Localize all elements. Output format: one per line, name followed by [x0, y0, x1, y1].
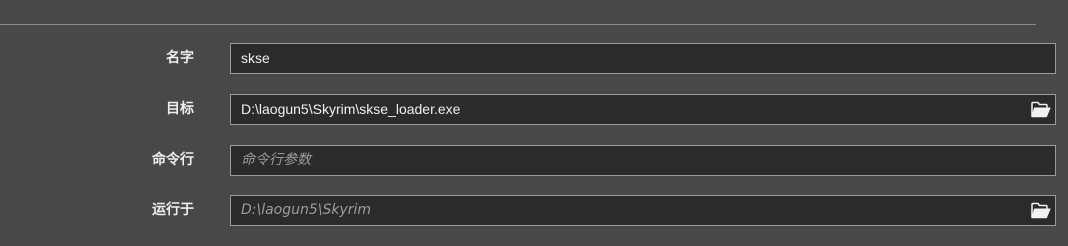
- start-in-label: 运行于: [152, 202, 194, 218]
- arguments-input-placeholder: 命令行参数: [241, 152, 311, 168]
- target-browse-button[interactable]: [1031, 101, 1051, 118]
- name-row: 名字 skse: [0, 43, 1068, 74]
- start-in-row: 运行于 D:\laogun5\Skyrim: [0, 195, 1068, 226]
- target-input-value: D:\laogun5\Skyrim\skse_loader.exe: [241, 101, 461, 117]
- name-label: 名字: [166, 50, 194, 66]
- folder-open-icon: [1031, 101, 1051, 118]
- target-label: 目标: [166, 101, 194, 117]
- folder-open-icon: [1031, 202, 1051, 219]
- name-input-value: skse: [241, 50, 270, 66]
- start-in-browse-button[interactable]: [1031, 202, 1051, 219]
- target-input[interactable]: D:\laogun5\Skyrim\skse_loader.exe: [230, 94, 1056, 125]
- start-in-input-placeholder: D:\laogun5\Skyrim: [241, 202, 372, 218]
- section-divider: [0, 24, 1036, 25]
- arguments-label: 命令行: [152, 152, 194, 168]
- name-input[interactable]: skse: [230, 43, 1056, 74]
- target-row: 目标 D:\laogun5\Skyrim\skse_loader.exe: [0, 94, 1068, 125]
- arguments-input[interactable]: 命令行参数: [230, 145, 1056, 176]
- arguments-row: 命令行 命令行参数: [0, 145, 1068, 176]
- start-in-input[interactable]: D:\laogun5\Skyrim: [230, 195, 1056, 226]
